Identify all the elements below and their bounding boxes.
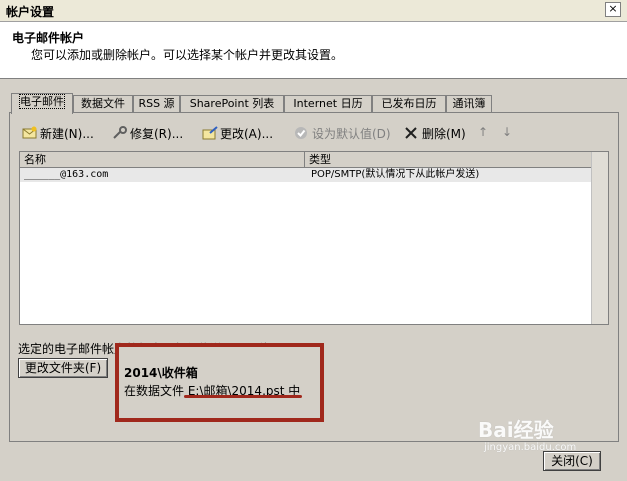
list-item[interactable]: ______@163.com POP/SMTP(默认情况下从此帐户发送) xyxy=(20,168,592,182)
close-button[interactable]: 关闭(C) xyxy=(543,451,601,471)
check-circle-icon xyxy=(294,126,310,140)
tab-address-books[interactable]: 通讯簿 xyxy=(446,95,492,113)
header-subtitle: 您可以添加或删除帐户。可以选择某个帐户并更改其设置。 xyxy=(31,48,344,62)
highlight-underline xyxy=(184,395,302,398)
tab-internet-calendar[interactable]: Internet 日历 xyxy=(284,95,372,113)
tab-rss[interactable]: RSS 源 xyxy=(133,95,180,113)
set-default-button[interactable]: 设为默认值(D) xyxy=(294,125,391,142)
wrench-icon xyxy=(112,126,128,140)
account-list: 名称 类型 ______@163.com POP/SMTP(默认情况下从此帐户发… xyxy=(19,151,609,325)
tab-data-files[interactable]: 数据文件 xyxy=(73,95,133,113)
close-icon[interactable]: × xyxy=(605,2,621,17)
change-folder-button[interactable]: 更改文件夹(F) xyxy=(18,358,108,378)
dialog-header: 电子邮件帐户 您可以添加或删除帐户。可以选择某个帐户并更改其设置。 xyxy=(0,22,627,79)
account-name: ______@163.com xyxy=(24,169,109,180)
repair-button[interactable]: 修复(R)... xyxy=(112,125,183,142)
column-header-name[interactable]: 名称 xyxy=(20,152,305,168)
list-scrollbar[interactable] xyxy=(591,152,608,324)
tab-published-calendar[interactable]: 已发布日历 xyxy=(372,95,446,113)
watermark-logo-text: Bai经验 xyxy=(478,418,554,442)
remove-button[interactable]: 删除(M) xyxy=(404,125,466,142)
account-type: POP/SMTP(默认情况下从此帐户发送) xyxy=(311,169,480,180)
edit-mail-icon xyxy=(202,126,218,140)
inbox-folder-title: 2014\收件箱 xyxy=(124,366,198,380)
tab-email[interactable]: 电子邮件 xyxy=(11,93,73,114)
new-button[interactable]: 新建(N)... xyxy=(22,125,94,142)
move-up-icon[interactable]: ↑ xyxy=(478,125,488,139)
new-mail-icon xyxy=(22,126,38,140)
baidu-watermark: Bai经验 jingyan.baidu.com xyxy=(478,414,576,453)
delete-x-icon xyxy=(404,126,420,140)
title-bar: 帐户设置 × xyxy=(0,0,627,22)
tab-sharepoint[interactable]: SharePoint 列表 xyxy=(180,95,284,113)
header-heading: 电子邮件帐户 xyxy=(12,31,85,45)
column-header-type[interactable]: 类型 xyxy=(305,152,592,168)
window-title: 帐户设置 xyxy=(6,5,55,19)
move-down-icon[interactable]: ↓ xyxy=(502,125,512,139)
change-button[interactable]: 更改(A)... xyxy=(202,125,273,142)
